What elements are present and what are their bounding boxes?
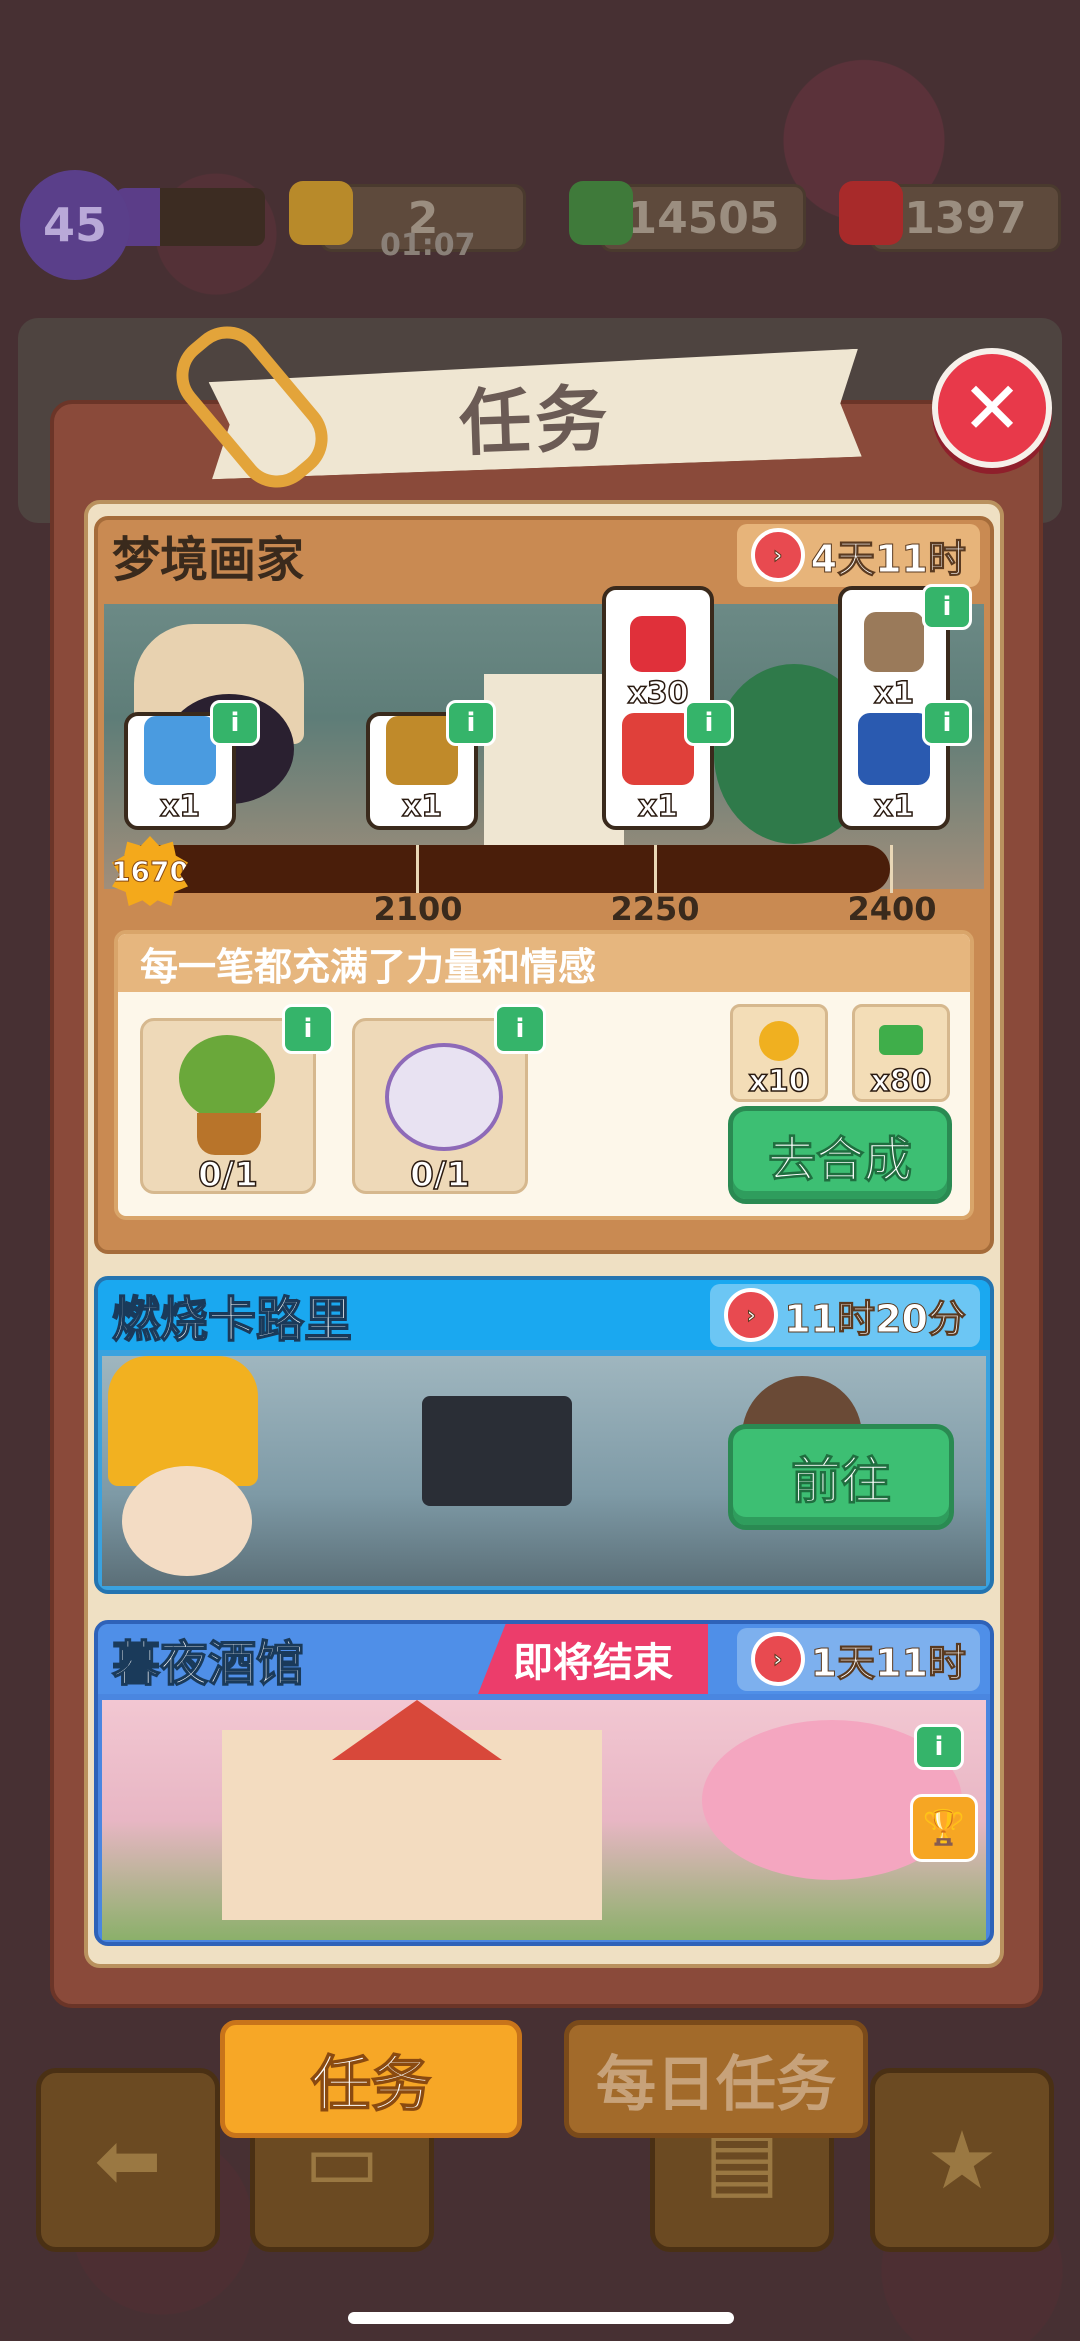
info-button[interactable]: i: [922, 584, 972, 630]
event-timer: › 4天11时: [736, 523, 980, 587]
dialog-title: 任务: [457, 375, 613, 466]
gem-value: 1397: [904, 192, 1027, 244]
info-button[interactable]: i: [922, 700, 972, 746]
reward-count: x10: [748, 1063, 811, 1100]
event-name: 梦境画家: [112, 532, 305, 588]
requirement-count: 0/1: [197, 1154, 258, 1196]
flower-pot: [197, 1113, 261, 1155]
requirement-count: 0/1: [409, 1154, 470, 1196]
reward-count: x1: [637, 788, 679, 825]
go-button[interactable]: 前往: [728, 1424, 954, 1530]
close-button[interactable]: ✕: [932, 348, 1052, 468]
clock-icon: ›: [750, 528, 805, 582]
reward-count: x30: [627, 675, 690, 712]
event-timer: › 1天11时: [736, 1627, 980, 1691]
home-indicator[interactable]: [348, 2312, 734, 2324]
event-time-left: 1天11时: [810, 1640, 966, 1685]
event-header: 燃烧卡路里 › 11时20分: [98, 1280, 990, 1350]
gem-counter[interactable]: 1397: [839, 181, 1061, 252]
character-face: [122, 1466, 252, 1576]
character-icon: [864, 612, 924, 672]
task-reward-cash: x80: [852, 1004, 950, 1102]
milestone-tick: [654, 845, 657, 893]
milestone-label: 2100: [373, 890, 463, 928]
hourglass-icon: [144, 716, 216, 785]
milestone-tick: [416, 845, 419, 893]
ruby-icon: [630, 616, 686, 672]
merge-button[interactable]: 去合成: [728, 1106, 952, 1204]
cash-counter[interactable]: 14505: [569, 181, 806, 252]
cash-icon: [879, 1025, 923, 1055]
task-reward-gold-flower: x10: [730, 1004, 828, 1102]
event-header: 梦境画家 › 4天11时: [98, 520, 990, 590]
tab-tasks[interactable]: 任务: [220, 2020, 522, 2138]
back-arrow-icon[interactable]: ⬅: [36, 2068, 220, 2252]
reward-count: x1: [401, 788, 443, 825]
xp-bar: [115, 188, 265, 246]
level-badge[interactable]: 45: [20, 170, 130, 280]
clock-icon: ›: [724, 1288, 779, 1342]
reward-count: x1: [873, 788, 915, 825]
reward-count: x1: [873, 675, 915, 712]
task-title: 每一笔都充满了力量和情感: [118, 934, 970, 992]
clock-icon: ›: [750, 1632, 805, 1686]
info-button[interactable]: i: [914, 1724, 964, 1770]
gold-flower-icon: [759, 1021, 799, 1061]
treadmill-screen: [422, 1396, 572, 1506]
tab-daily-tasks[interactable]: 每日任务: [564, 2020, 868, 2138]
status-bar: 45 2 01:07 14505 1397: [20, 170, 1061, 280]
potted-tree-icon: [179, 1035, 275, 1121]
lightning-icon: [289, 181, 353, 245]
event-time-left: 11时20分: [784, 1296, 967, 1341]
tasks-clipboard-icon[interactable]: ★: [870, 2068, 1054, 2252]
info-button[interactable]: i: [494, 1004, 546, 1054]
event-card-night-tavern: 暮夜酒馆 › 1天11时 即将结束 i 🏆: [94, 1620, 994, 1946]
energy-timer: 01:07: [380, 228, 476, 263]
event-name: 燃烧卡路里: [111, 1291, 353, 1349]
trophy-icon[interactable]: 🏆: [910, 1794, 978, 1862]
event-timer: › 11时20分: [710, 1283, 980, 1347]
reward-count: x80: [870, 1063, 933, 1100]
ruby-icon: [839, 181, 903, 245]
event-time-left: 4天11时: [810, 536, 966, 581]
cash-value: 14505: [626, 192, 780, 244]
event-banner-art: [102, 1700, 986, 1940]
info-button[interactable]: i: [282, 1004, 334, 1054]
milestone-tick: [890, 845, 893, 893]
jewel-chest-icon: [858, 713, 930, 785]
info-button[interactable]: i: [684, 700, 734, 746]
cash-icon: [569, 181, 633, 245]
milestone-label: 2250: [610, 890, 700, 928]
cotton-flower-icon: [385, 1043, 503, 1151]
milestone-label: 2400: [847, 890, 937, 928]
ending-soon-tag: 即将结束: [478, 1624, 708, 1694]
info-button[interactable]: i: [210, 700, 260, 746]
event-name: 暮夜酒馆: [111, 1635, 305, 1693]
info-button[interactable]: i: [446, 700, 496, 746]
reward-count: x1: [159, 788, 201, 825]
points-progress-bar: [120, 845, 890, 893]
